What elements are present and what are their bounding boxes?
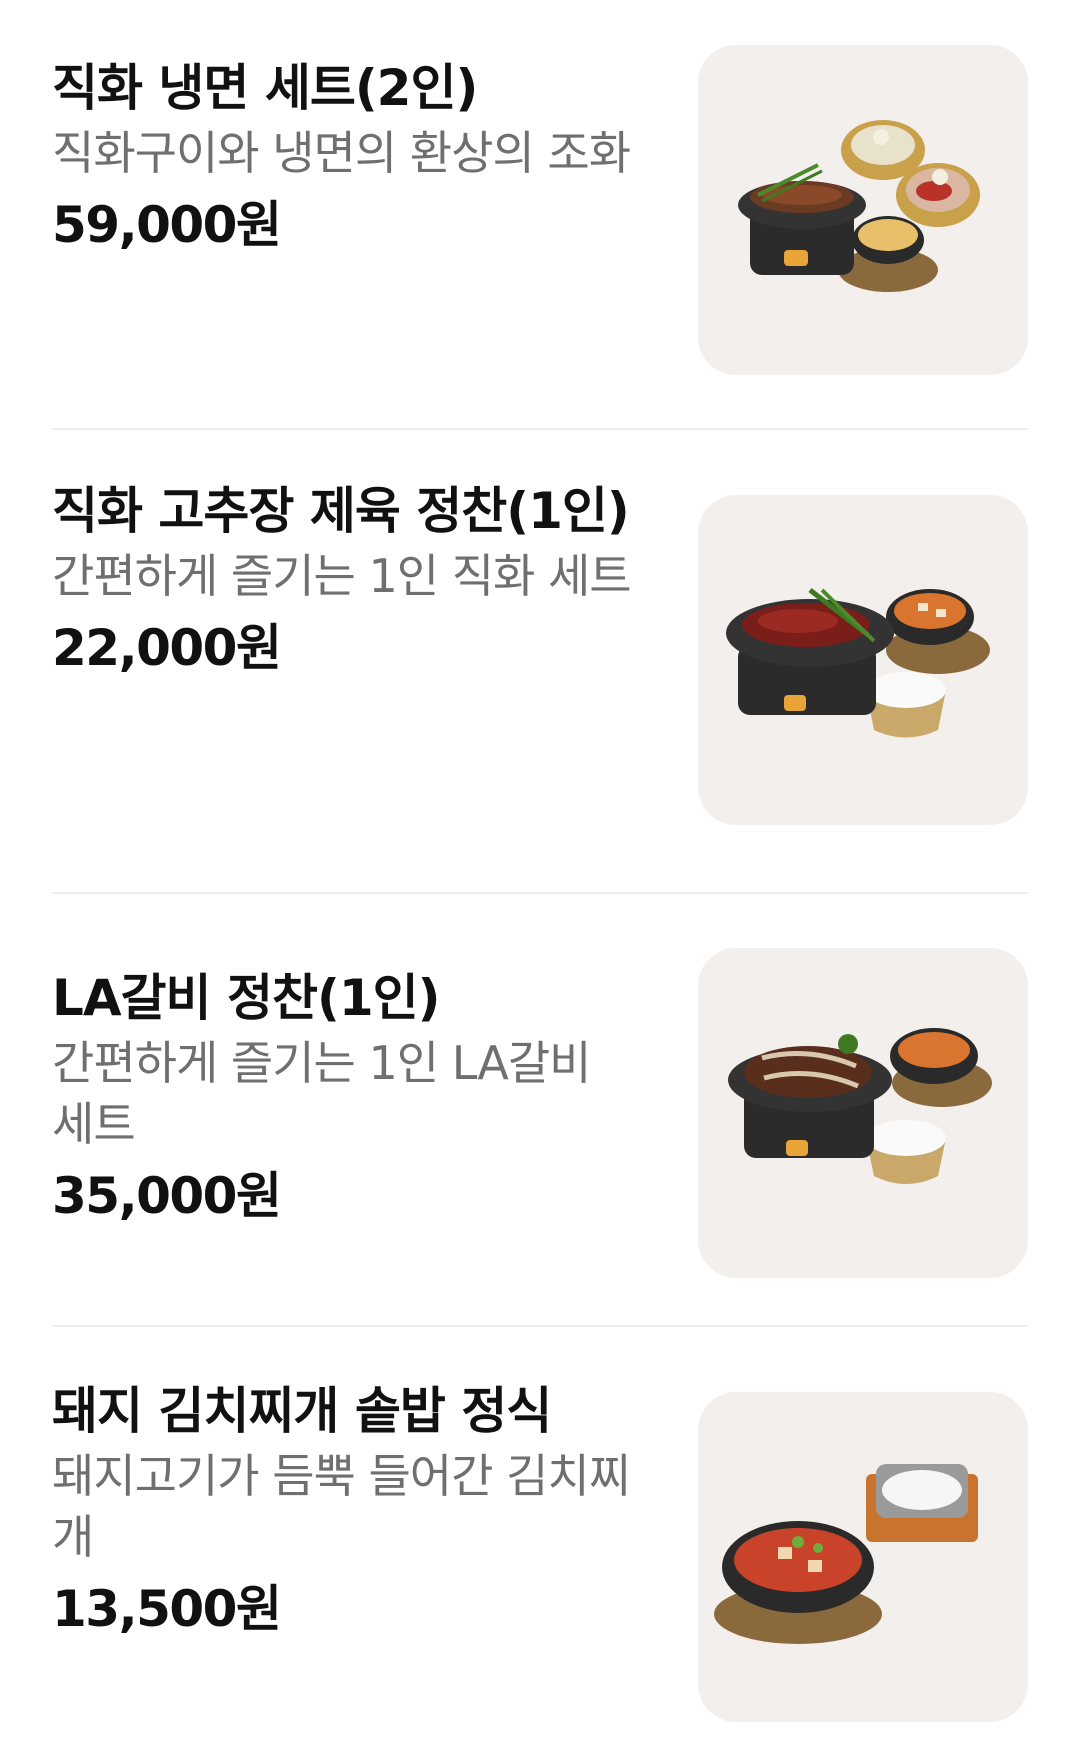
menu-item-title: 돼지 김치찌개 솥밥 정식 bbox=[52, 1382, 552, 1440]
divider bbox=[52, 1325, 1028, 1327]
menu-item-image[interactable] bbox=[698, 1392, 1028, 1722]
menu-item-image[interactable] bbox=[698, 45, 1028, 375]
menu-item-image[interactable] bbox=[698, 948, 1028, 1278]
menu-item-description: 간편하게 즐기는 1인 직화 세트 bbox=[52, 549, 632, 603]
menu-item-title: 직화 냉면 세트(2인) bbox=[52, 59, 478, 117]
menu-item-la-galbi-set[interactable]: LA갈비 정찬(1인) 간편하게 즐기는 1인 LA갈비 세트 35,000원 bbox=[52, 948, 1028, 1295]
menu-item-description: 간편하게 즐기는 1인 LA갈비 세트 bbox=[52, 1036, 591, 1151]
menu-item-text: 돼지 김치찌개 솥밥 정식 돼지고기가 듬뿍 들어간 김치찌개 13,500원 bbox=[52, 1378, 642, 1642]
menu-item-description: 돼지고기가 듬뿍 들어간 김치찌개 bbox=[52, 1449, 631, 1564]
menu-item-description: 직화구이와 냉면의 환상의 조화 bbox=[52, 126, 631, 180]
bulgogi-naengmyeon-set-photo-icon bbox=[738, 120, 980, 292]
menu-item-bulgogi-naengmyeon-set[interactable]: 직화 냉면 세트(2인) 직화구이와 냉면의 환상의 조화 59,000원 bbox=[52, 45, 1028, 385]
menu-item-kimchi-stew-set[interactable]: 돼지 김치찌개 솥밥 정식 돼지고기가 듬뿍 들어간 김치찌개 13,500원 bbox=[52, 1378, 1028, 1738]
menu-item-image[interactable] bbox=[698, 495, 1028, 825]
menu-list: 직화 냉면 세트(2인) 직화구이와 냉면의 환상의 조화 59,000원 직화… bbox=[0, 0, 1080, 1745]
menu-item-spicy-pork-set[interactable]: 직화 고추장 제육 정찬(1인) 간편하게 즐기는 1인 직화 세트 22,00… bbox=[52, 478, 1028, 858]
menu-item-text: 직화 냉면 세트(2인) 직화구이와 냉면의 환상의 조화 59,000원 bbox=[52, 55, 642, 258]
la-galbi-set-photo-icon bbox=[728, 1028, 992, 1184]
spicy-pork-set-photo-icon bbox=[726, 588, 990, 738]
menu-item-text: 직화 고추장 제육 정찬(1인) 간편하게 즐기는 1인 직화 세트 22,00… bbox=[52, 478, 642, 681]
divider bbox=[52, 892, 1028, 894]
menu-item-price: 59,000원 bbox=[52, 196, 282, 254]
menu-item-price: 22,000원 bbox=[52, 619, 282, 677]
menu-item-title: 직화 고추장 제육 정찬(1인) bbox=[52, 482, 630, 540]
kimchi-stew-set-photo-icon bbox=[714, 1464, 978, 1644]
menu-item-price: 35,000원 bbox=[52, 1167, 282, 1225]
menu-item-price: 13,500원 bbox=[52, 1580, 282, 1638]
menu-item-text: LA갈비 정찬(1인) 간편하게 즐기는 1인 LA갈비 세트 35,000원 bbox=[52, 965, 642, 1229]
menu-item-title: LA갈비 정찬(1인) bbox=[52, 969, 440, 1027]
divider bbox=[52, 428, 1028, 430]
